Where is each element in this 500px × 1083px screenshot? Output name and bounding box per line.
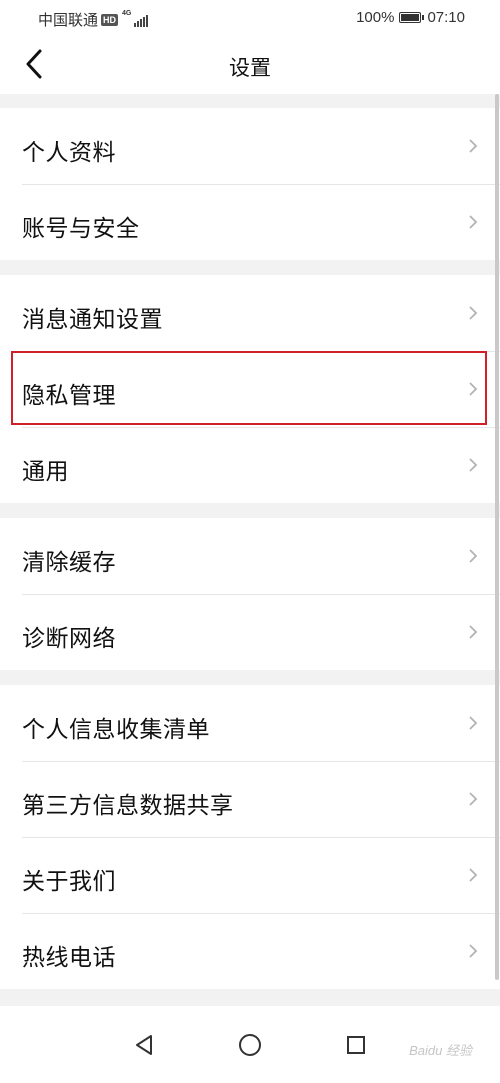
settings-item-clear-cache[interactable]: 清除缓存 [0,518,500,594]
chevron-right-icon [469,944,478,958]
chevron-right-icon [469,868,478,882]
settings-group-about: 个人信息收集清单 第三方信息数据共享 关于我们 热线电话 [0,685,500,989]
battery-icon [399,12,425,23]
chevron-right-icon [469,306,478,320]
settings-item-info-collection-list[interactable]: 个人信息收集清单 [0,685,500,761]
nav-back-button[interactable] [131,1032,157,1058]
scrollbar[interactable] [495,94,499,980]
carrier-name: 中国联通 [38,12,99,29]
settings-item-general[interactable]: 通用 [0,427,500,503]
status-right: 100% 07:10 [356,9,465,26]
page-title: 设置 [229,57,271,80]
settings-group-maintenance: 清除缓存 诊断网络 [0,518,500,670]
settings-item-account-security[interactable]: 账号与安全 [0,184,500,260]
triangle-back-icon [136,1035,152,1055]
header: 设置 [0,36,500,94]
chevron-right-icon [469,458,478,472]
square-recents-icon [347,1036,365,1054]
settings-item-label: 消息通知设置 [22,306,163,332]
settings-item-label: 第三方信息数据共享 [22,792,234,818]
settings-item-label: 通用 [22,458,69,484]
chevron-right-icon [469,215,478,229]
settings-item-about-us[interactable]: 关于我们 [0,837,500,913]
settings-item-profile[interactable]: 个人资料 [0,108,500,184]
chevron-right-icon [469,625,478,639]
settings-item-notifications[interactable]: 消息通知设置 [0,275,500,351]
settings-item-label: 关于我们 [22,868,116,894]
battery-percent: 100% [356,9,395,26]
settings-item-label: 清除缓存 [22,549,116,575]
settings-group-account: 个人资料 账号与安全 [0,108,500,260]
watermark: Baidu 经验 [409,1043,472,1058]
chevron-right-icon [469,716,478,730]
settings-item-label: 热线电话 [22,944,116,970]
settings-item-label: 个人信息收集清单 [22,716,210,742]
chevron-right-icon [469,139,478,153]
network-type: 4G [122,9,132,17]
chevron-right-icon [469,792,478,806]
highlight-box [11,351,487,425]
nav-home-button[interactable] [237,1032,263,1058]
circle-home-icon [239,1034,261,1056]
chevron-right-icon [469,549,478,563]
settings-item-third-party-sharing[interactable]: 第三方信息数据共享 [0,761,500,837]
settings-item-label: 诊断网络 [22,625,116,651]
signal-icon: 4G [122,9,149,27]
status-left: 中国联通 HD 4G [38,9,149,30]
settings-item-network-diagnosis[interactable]: 诊断网络 [0,594,500,670]
settings-item-label: 个人资料 [22,139,116,165]
status-bar: 中国联通 HD 4G 100% 07:10 [0,0,500,36]
nav-recents-button[interactable] [343,1032,369,1058]
settings-item-hotline[interactable]: 热线电话 [0,913,500,989]
settings-item-label: 账号与安全 [22,215,140,241]
clock: 07:10 [427,9,465,26]
hd-icon: HD [101,13,119,26]
